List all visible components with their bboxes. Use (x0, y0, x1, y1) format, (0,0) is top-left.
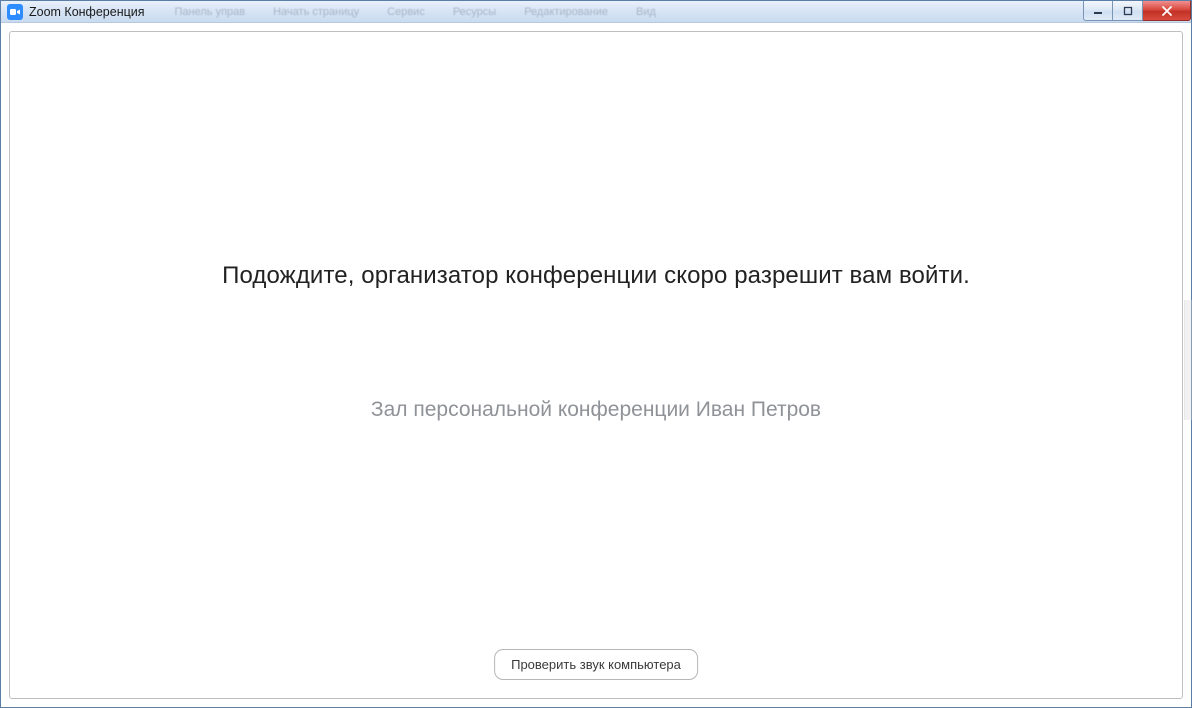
zoom-icon (7, 4, 23, 20)
minimize-button[interactable] (1083, 1, 1113, 21)
ghost-menu-item: Сервис (387, 6, 425, 18)
window-controls (1083, 1, 1191, 21)
ghost-menu-item: Ресурсы (453, 6, 496, 18)
meeting-room-name: Зал персональной конференции Иван Петров (371, 398, 821, 422)
app-window: Zoom Конференция Панель управ Начать стр… (0, 0, 1192, 708)
client-area: Подождите, организатор конференции скоро… (1, 23, 1191, 707)
ghost-menu-item: Панель управ (175, 6, 246, 18)
window-title: Zoom Конференция (29, 5, 145, 19)
title-bar[interactable]: Zoom Конференция Панель управ Начать стр… (1, 1, 1191, 23)
maximize-button[interactable] (1113, 1, 1143, 21)
waiting-message: Подождите, организатор конференции скоро… (222, 262, 970, 290)
close-button[interactable] (1143, 1, 1191, 21)
ghost-menu-item: Редактирование (524, 6, 608, 18)
scrollbar-hint[interactable] (1184, 300, 1192, 420)
background-menu: Панель управ Начать страницу Сервис Ресу… (175, 6, 656, 18)
ghost-menu-item: Начать страницу (273, 6, 359, 18)
test-audio-button[interactable]: Проверить звук компьютера (494, 649, 698, 680)
waiting-room-panel: Подождите, организатор конференции скоро… (9, 31, 1183, 699)
ghost-menu-item: Вид (636, 6, 656, 18)
